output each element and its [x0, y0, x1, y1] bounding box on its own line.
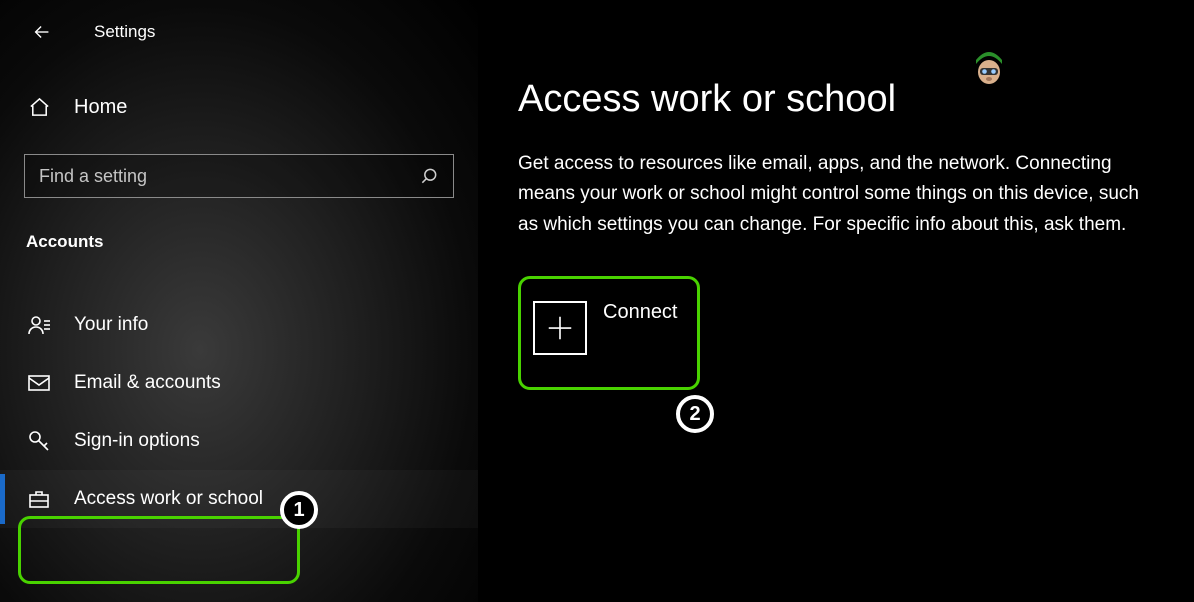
- key-icon: [27, 429, 51, 453]
- sidebar-item-access-work-school[interactable]: Access work or school: [0, 470, 478, 528]
- briefcase-icon: [27, 487, 51, 511]
- plus-box: [533, 301, 587, 355]
- sidebar-item-label: Access work or school: [74, 488, 263, 510]
- header-row: Settings: [0, 20, 478, 44]
- back-button[interactable]: [30, 20, 54, 44]
- plus-icon: [545, 313, 575, 343]
- search-input[interactable]: [39, 166, 419, 187]
- home-label: Home: [74, 96, 127, 119]
- annotation-badge-2: 2: [676, 395, 714, 433]
- home-icon: [28, 96, 51, 119]
- connect-button[interactable]: Connect: [518, 276, 700, 390]
- search-icon: [419, 166, 439, 186]
- page-description: Get access to resources like email, apps…: [518, 149, 1158, 240]
- sidebar-item-label: Email & accounts: [74, 372, 221, 394]
- app-title: Settings: [94, 22, 155, 42]
- sidebar-item-label: Your info: [74, 314, 148, 336]
- sidebar-item-your-info[interactable]: Your info: [0, 296, 478, 354]
- arrow-left-icon: [31, 21, 53, 43]
- annotation-badge-1: 1: [280, 491, 318, 529]
- sidebar-item-label: Sign-in options: [74, 430, 200, 452]
- section-header-accounts: Accounts: [0, 232, 478, 252]
- connect-label: Connect: [603, 301, 678, 324]
- search-box[interactable]: [24, 154, 454, 198]
- main-content: Access work or school Get access to reso…: [478, 0, 1194, 602]
- sidebar-item-email-accounts[interactable]: Email & accounts: [0, 354, 478, 412]
- page-title: Access work or school: [518, 78, 1158, 121]
- home-nav[interactable]: Home: [0, 94, 478, 120]
- person-icon: [27, 313, 51, 337]
- settings-sidebar: Settings Home Accounts Your info: [0, 0, 478, 602]
- mail-icon: [27, 371, 51, 395]
- avatar-mascot-icon: [972, 46, 1006, 86]
- sidebar-item-signin-options[interactable]: Sign-in options: [0, 412, 478, 470]
